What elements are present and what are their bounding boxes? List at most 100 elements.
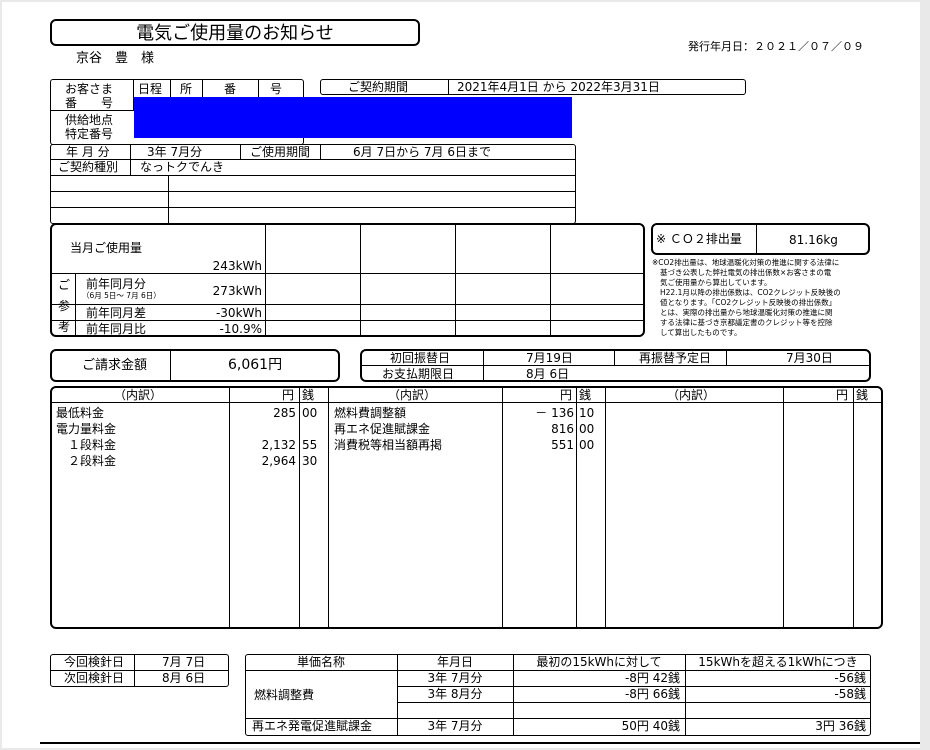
- sen-header-3: 銭: [856, 388, 869, 402]
- breakdown-table: [50, 386, 883, 629]
- usage-period-label: ご使用期間: [250, 145, 311, 159]
- issue-date: 発行年月日：２０２１／０７／０９: [688, 40, 864, 53]
- unit-header-date: 年月日: [436, 655, 473, 669]
- fuel-row-date: 3年 8月分: [427, 687, 483, 701]
- sen-header-1: 銭: [302, 388, 315, 402]
- usage-period-value: 6月 7日から 7月 6日まで: [353, 145, 491, 159]
- first-transfer-value: 7月19日: [526, 351, 573, 365]
- route-label-place: 所: [180, 82, 193, 96]
- fuel-row-date: 3年 7月分: [427, 671, 483, 685]
- breakdown-item-yen: 2,132: [261, 438, 296, 452]
- co2-note-line: とは、実際の排出量から地球温暖化対策の推進に関: [660, 308, 833, 317]
- fuel-row-over: -58銭: [834, 687, 866, 701]
- breakdown-header-2: （内訳）: [388, 388, 437, 402]
- renewable-row-date: 3年 7月分: [427, 719, 483, 733]
- reference-side-label-2: 参: [58, 299, 71, 313]
- breakdown-item-sen: 30: [302, 454, 318, 468]
- breakdown-item-sen: 00: [579, 422, 595, 436]
- breakdown-item-sen: 10: [579, 406, 595, 420]
- fuel-row-over: -56銭: [834, 671, 866, 685]
- next-reading-label: 次回検針日: [64, 671, 125, 685]
- co2-note-line: する法律に基づき京都議定書のクレジット等を控除: [660, 318, 833, 327]
- unit-header-name: 単価名称: [296, 655, 345, 669]
- retransfer-value: 7月30日: [786, 351, 833, 365]
- retransfer-label: 再振替予定日: [639, 351, 712, 365]
- breakdown-item-yen: 285: [273, 406, 296, 420]
- breakdown-item-yen: － 136: [535, 406, 574, 420]
- co2-note-line: して算出したものです。: [660, 328, 742, 337]
- yen-header-1: 円: [281, 388, 294, 402]
- breakdown-item-sen: 00: [302, 406, 318, 420]
- prev-year-label: 前年同月分: [86, 277, 147, 291]
- sen-header-2: 銭: [579, 388, 592, 402]
- billing-amount-label: ご請求金額: [82, 358, 148, 373]
- breakdown-item-label: 消費税等相当額再掲: [334, 438, 443, 452]
- due-date-value: 8月 6日: [526, 367, 570, 381]
- reference-side-label: ご: [58, 278, 71, 292]
- fuel-row-first: -8円 66銭: [624, 687, 680, 701]
- fuel-row-first: -8円 42銭: [624, 671, 680, 685]
- contract-period-value: 2021年4月1日 から 2022年3月31日: [457, 80, 660, 94]
- next-reading-value: 8月 6日: [162, 671, 206, 685]
- redacted-customer-info: [134, 97, 572, 138]
- breakdown-item-sen: 00: [579, 438, 595, 452]
- customer-no-label: お客さま: [65, 82, 114, 96]
- breakdown-header-3: （内訳）: [667, 388, 716, 402]
- route-label-day: 日程: [138, 82, 163, 96]
- prev-diff-value: -30kWh: [215, 306, 262, 320]
- unit-header-over: 15kWhを超える1kWhにつき: [698, 655, 858, 669]
- prev-ratio-value: -10.9%: [219, 322, 262, 336]
- contract-period-label: ご契約期間: [348, 80, 409, 94]
- yen-header-2: 円: [559, 388, 572, 402]
- route-label-ban: 番: [224, 82, 237, 96]
- renewable-row-over: 3円 36銭: [815, 719, 866, 733]
- co2-note-line: 値となります。「CO2クレジット反映後の排出係数」: [660, 298, 837, 307]
- supply-point-label: 供給地点: [65, 113, 114, 127]
- breakdown-item-label: 電力量料金: [56, 422, 117, 436]
- co2-note-line: H22.1月以降の排出係数は、CO2クレジット反映後の: [660, 288, 841, 297]
- bill-page: 電気ご使用量のお知らせ 京谷 豊 様 発行年月日：２０２１／０７／０９ お客さま…: [2, 2, 920, 748]
- contract-type-value: なっトクでんき: [140, 160, 225, 174]
- title-box: 電気ご使用量のお知らせ: [50, 19, 420, 46]
- this-reading-label: 今回検針日: [64, 655, 125, 669]
- current-usage-value: 243kWh: [212, 259, 262, 273]
- breakdown-item-label: １段料金: [56, 438, 117, 452]
- breakdown-header-1: （内訳）: [114, 388, 163, 402]
- co2-note-line: 気ご使用量から算出しています。: [660, 278, 772, 287]
- due-date-label: お支払期限日: [382, 367, 455, 381]
- usage-info-box: [50, 144, 576, 224]
- reference-side-label-3: 考: [58, 320, 71, 334]
- prev-diff-label: 前年同月差: [86, 306, 147, 320]
- first-transfer-label: 初回振替日: [390, 351, 451, 365]
- prev-year-value: 273kWh: [212, 284, 262, 298]
- breakdown-item-label: 燃料費調整額: [334, 406, 407, 420]
- billing-amount-value: 6,061円: [228, 357, 283, 373]
- route-label-go: 号: [270, 82, 283, 96]
- yen-header-3: 円: [835, 388, 848, 402]
- page-title: 電気ご使用量のお知らせ: [136, 23, 334, 44]
- unit-header-first: 最初の15kWhに対して: [536, 655, 662, 669]
- breakdown-item-label: 再エネ促進賦課金: [334, 422, 431, 436]
- customer-no-label-2: 番 号: [65, 96, 114, 110]
- supply-point-label-2: 特定番号: [65, 127, 114, 141]
- co2-value: 81.16kg: [789, 233, 838, 247]
- renewable-row-first: 50円 40銭: [621, 719, 680, 733]
- breakdown-item-sen: 55: [302, 438, 318, 452]
- breakdown-item-yen: 816: [551, 422, 574, 436]
- prev-year-period: （6月 5日～ 7月 6日）: [82, 291, 161, 300]
- prev-ratio-label: 前年同月比: [86, 322, 147, 336]
- renewable-levy-label: 再エネ発電促進賦課金: [252, 719, 373, 733]
- breakdown-item-yen: 551: [551, 438, 574, 452]
- breakdown-item-label: ２段料金: [56, 454, 117, 468]
- month-value: 3年 7月分: [147, 145, 203, 159]
- this-reading-value: 7月 7日: [162, 655, 206, 669]
- co2-note-line: ※CO2排出量は、地球温暖化対策の推進に関する法律に: [652, 258, 840, 267]
- contract-type-label: ご契約種別: [58, 160, 119, 174]
- customer-name: 京谷 豊 様: [76, 51, 155, 66]
- breakdown-item-yen: 2,964: [261, 454, 296, 468]
- co2-label: ※ ＣＯ２排出量: [656, 232, 742, 246]
- fuel-adjust-label: 燃料調整費: [254, 688, 315, 702]
- current-usage-label: 当月ご使用量: [70, 241, 143, 255]
- month-label: 年 月 分: [66, 145, 110, 159]
- co2-note-line: 基づき公表した弊社電気の排出係数×お客さまの電: [660, 268, 832, 277]
